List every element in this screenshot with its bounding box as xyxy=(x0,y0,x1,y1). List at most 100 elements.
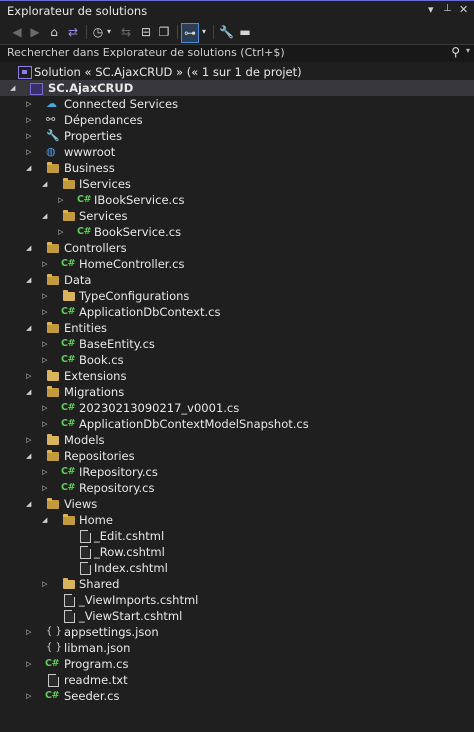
tree-item-label: Solution « SC.AjaxCRUD » (« 1 sur 1 de p… xyxy=(34,65,302,79)
tree-item[interactable]: ◢ Views xyxy=(26,496,466,512)
tree-item[interactable]: ▷ Shared xyxy=(42,576,466,592)
tree-item[interactable]: ▷ C# IBookService.cs xyxy=(58,192,466,208)
search-input[interactable]: Rechercher dans Explorateur de solutions… xyxy=(7,46,285,59)
tree-item[interactable]: ▷ C# BaseEntity.cs xyxy=(42,336,466,352)
tree-item[interactable]: ▷ ⚯ Dépendances xyxy=(26,112,466,128)
tree-item[interactable]: ▷ C# 20230213090217_v0001.cs xyxy=(42,400,466,416)
tree-item[interactable]: ▷ C# HomeController.cs xyxy=(42,256,466,272)
tree-item[interactable]: _Row.cshtml xyxy=(58,544,466,560)
tree-item[interactable]: ◢ Services xyxy=(42,208,466,224)
expanded-arrow-icon[interactable]: ◢ xyxy=(26,240,36,256)
history-icon[interactable]: ◷ xyxy=(91,23,105,41)
tree-item[interactable]: ▷ C# ApplicationDbContextModelSnapshot.c… xyxy=(42,416,466,432)
tree-item[interactable]: ◢ Repositories xyxy=(26,448,466,464)
filter-icon[interactable]: ⊶ xyxy=(181,23,199,43)
search-icon[interactable]: ⚲ xyxy=(451,45,460,59)
show-all-files-icon[interactable]: ❐ xyxy=(157,23,171,41)
tree-item[interactable]: ◢ Business xyxy=(26,160,466,176)
tree-item[interactable]: ▷ C# Repository.cs xyxy=(42,480,466,496)
tree-item[interactable]: Index.cshtml xyxy=(58,560,466,576)
collapsed-arrow-icon[interactable]: ▷ xyxy=(26,128,36,144)
csharp-file-icon: C# xyxy=(77,194,91,205)
title-bar: Explorateur de solutions ▾ ⊥ ✕ xyxy=(0,0,474,21)
tree-item[interactable]: ◢ IServices xyxy=(42,176,466,192)
collapsed-arrow-icon[interactable]: ▷ xyxy=(42,576,52,592)
tree-item[interactable]: ▷ C# BookService.cs xyxy=(58,224,466,240)
tree-item[interactable]: ▷ 🔧 Properties xyxy=(26,128,466,144)
history-dropdown-icon[interactable]: ▾ xyxy=(105,23,113,41)
collapsed-arrow-icon[interactable]: ▷ xyxy=(58,192,68,208)
collapsed-arrow-icon[interactable]: ▷ xyxy=(26,688,36,704)
toolbar-separator xyxy=(177,25,178,39)
tree-item[interactable]: ▷ ◍ wwwroot xyxy=(26,144,466,160)
collapsed-arrow-icon[interactable]: ▷ xyxy=(42,352,52,368)
expanded-arrow-icon[interactable]: ◢ xyxy=(26,384,36,400)
home-icon[interactable]: ⌂ xyxy=(47,23,61,41)
collapsed-arrow-icon[interactable]: ▷ xyxy=(42,304,52,320)
tree-item[interactable]: ◢ Controllers xyxy=(26,240,466,256)
tree-item[interactable]: ◢ Entities xyxy=(26,320,466,336)
expanded-arrow-icon[interactable]: ◢ xyxy=(26,272,36,288)
tree-item-project[interactable]: ◢ SC.AjaxCRUD xyxy=(0,80,474,96)
collapsed-arrow-icon[interactable]: ▷ xyxy=(42,416,52,432)
tree-item-label: Business xyxy=(64,161,115,175)
collapsed-arrow-icon[interactable]: ▷ xyxy=(26,96,36,112)
forward-icon[interactable]: ▶ xyxy=(28,23,42,41)
switch-views-icon[interactable]: ⇄ xyxy=(65,23,81,41)
tree-item[interactable]: _Edit.cshtml xyxy=(58,528,466,544)
preview-selected-icon[interactable]: ▬ xyxy=(237,23,253,41)
properties-icon[interactable]: 🔧 xyxy=(219,23,234,41)
collapsed-arrow-icon[interactable]: ▷ xyxy=(26,624,36,640)
collapsed-arrow-icon[interactable]: ▷ xyxy=(26,656,36,672)
expanded-arrow-icon[interactable]: ◢ xyxy=(26,160,36,176)
expanded-arrow-icon[interactable]: ◢ xyxy=(42,176,52,192)
tree-item-solution[interactable]: Solution « SC.AjaxCRUD » (« 1 sur 1 de p… xyxy=(18,64,468,80)
collapse-all-icon[interactable]: ⊟ xyxy=(139,23,153,41)
expand-arrow-icon[interactable]: ◢ xyxy=(10,80,20,96)
tree-item[interactable]: ▷ C# Seeder.cs xyxy=(26,688,466,704)
back-icon[interactable]: ◀ xyxy=(10,23,24,41)
filter-dropdown-icon[interactable]: ▾ xyxy=(200,23,208,41)
tree-item[interactable]: ◢ Data xyxy=(26,272,466,288)
tree-item[interactable]: ▷ C# Book.cs xyxy=(42,352,466,368)
tree-item[interactable]: ▷ Models xyxy=(26,432,466,448)
tree-item[interactable]: readme.txt xyxy=(26,672,466,688)
csharp-file-icon: C# xyxy=(61,258,75,269)
collapsed-arrow-icon[interactable]: ▷ xyxy=(42,464,52,480)
collapsed-arrow-icon[interactable]: ▷ xyxy=(42,336,52,352)
tree-item[interactable]: ▷ C# Program.cs xyxy=(26,656,466,672)
sync-icon[interactable]: ⇆ xyxy=(119,23,133,41)
folder-icon xyxy=(46,368,60,384)
expanded-arrow-icon[interactable]: ◢ xyxy=(26,496,36,512)
tree-item[interactable]: ◢ Home xyxy=(42,512,466,528)
collapsed-arrow-icon[interactable]: ▷ xyxy=(42,400,52,416)
search-bar[interactable]: Rechercher dans Explorateur de solutions… xyxy=(0,44,474,64)
close-icon[interactable]: ✕ xyxy=(459,3,468,16)
expanded-arrow-icon[interactable]: ◢ xyxy=(26,448,36,464)
tree-item[interactable]: _ViewImports.cshtml xyxy=(42,592,466,608)
collapsed-arrow-icon[interactable]: ▷ xyxy=(26,144,36,160)
collapsed-arrow-icon[interactable]: ▷ xyxy=(42,288,52,304)
tree-item[interactable]: ▷ ☁ Connected Services xyxy=(26,96,466,112)
collapsed-arrow-icon[interactable]: ▷ xyxy=(42,256,52,272)
tree-item[interactable]: ◢ Migrations xyxy=(26,384,466,400)
tree-item[interactable]: ▷ TypeConfigurations xyxy=(42,288,466,304)
tree-item-label: Repositories xyxy=(64,449,135,463)
tree-item[interactable]: ▷ C# ApplicationDbContext.cs xyxy=(42,304,466,320)
collapsed-arrow-icon[interactable]: ▷ xyxy=(26,368,36,384)
tree-item[interactable]: ▷ Extensions xyxy=(26,368,466,384)
collapsed-arrow-icon[interactable]: ▷ xyxy=(42,480,52,496)
window-dropdown-icon[interactable]: ▾ xyxy=(428,3,434,16)
tree-item[interactable]: ▷ C# IRepository.cs xyxy=(42,464,466,480)
collapsed-arrow-icon[interactable]: ▷ xyxy=(58,224,68,240)
expanded-arrow-icon[interactable]: ◢ xyxy=(26,320,36,336)
collapsed-arrow-icon[interactable]: ▷ xyxy=(26,432,36,448)
expanded-arrow-icon[interactable]: ◢ xyxy=(42,512,52,528)
collapsed-arrow-icon[interactable]: ▷ xyxy=(26,112,36,128)
tree-item[interactable]: { } libman.json xyxy=(26,640,466,656)
tree-item[interactable]: ▷ { } appsettings.json xyxy=(26,624,466,640)
expanded-arrow-icon[interactable]: ◢ xyxy=(42,208,52,224)
tree-item[interactable]: _ViewStart.cshtml xyxy=(42,608,466,624)
pin-icon[interactable]: ⊥ xyxy=(443,3,452,14)
search-options-icon[interactable]: ▾ xyxy=(466,46,470,55)
